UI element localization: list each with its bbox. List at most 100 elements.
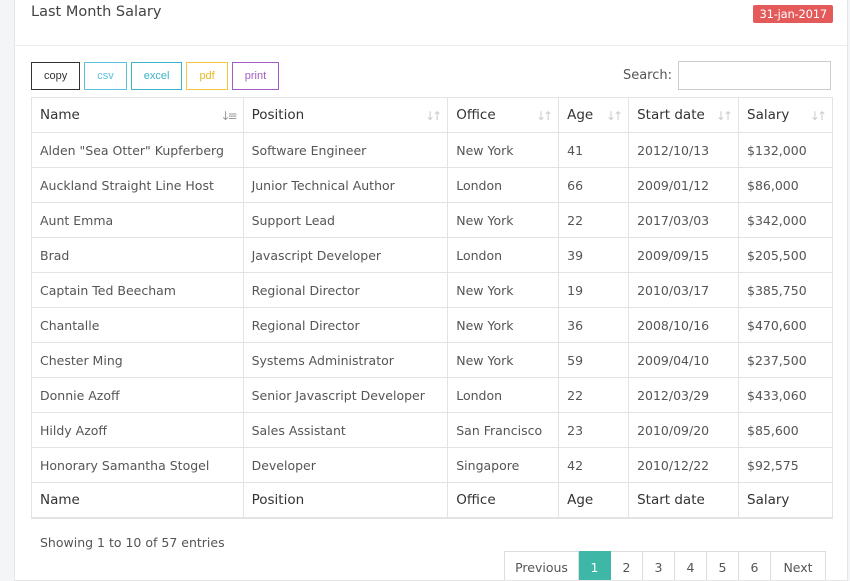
- column-header-office[interactable]: Office ↓↑: [447, 97, 560, 133]
- column-footer-office: Office: [447, 482, 560, 518]
- search-label: Search:: [622, 68, 672, 83]
- cell-position: Sales Assistant: [242, 412, 449, 448]
- excel-button[interactable]: excel: [130, 62, 183, 90]
- cell-office: Singapore: [447, 447, 560, 483]
- cell-start-date: 2010/09/20: [628, 412, 739, 448]
- search-input[interactable]: [678, 61, 831, 90]
- cell-salary: $433,060: [738, 377, 833, 413]
- cell-salary: $85,600: [738, 412, 833, 448]
- cell-start-date: 2010/03/17: [628, 272, 739, 308]
- cell-age: 42: [558, 447, 630, 483]
- sort-icon: ↓↑: [536, 109, 553, 123]
- cell-office: London: [447, 167, 560, 203]
- header-row: Name ↓≡ Position ↓↑ Office ↓↑ Age ↓↑ Start d…: [31, 97, 833, 133]
- table-info: Showing 1 to 10 of 57 entries: [40, 535, 225, 550]
- cell-name: Donnie Azoff: [31, 377, 244, 413]
- cell-salary: $132,000: [738, 132, 833, 168]
- page-button-5[interactable]: 5: [707, 551, 739, 580]
- cell-start-date: 2009/09/15: [628, 237, 739, 273]
- table-row[interactable]: Chester Ming Systems Administrator New Yor…: [31, 342, 833, 378]
- next-page-button[interactable]: Next: [771, 551, 826, 580]
- column-footer-position: Position: [242, 482, 449, 518]
- previous-page-button[interactable]: Previous: [504, 551, 579, 580]
- cell-name: Honorary Samantha Stogel: [31, 447, 244, 483]
- cell-age: 19: [558, 272, 630, 308]
- cell-age: 66: [558, 167, 630, 203]
- table-body: Alden "Sea Otter" Kupferberg Software Eng…: [31, 132, 833, 483]
- cell-start-date: 2009/04/10: [628, 342, 739, 378]
- sort-ascending-icon: ↓≡: [220, 109, 237, 123]
- cell-age: 22: [558, 377, 630, 413]
- cell-office: New York: [447, 307, 560, 343]
- cell-salary: $237,500: [738, 342, 833, 378]
- cell-salary: $385,750: [738, 272, 833, 308]
- table-row[interactable]: Aunt Emma Support Lead New York 22 2017/03/0…: [31, 202, 833, 238]
- column-footer-salary: Salary: [738, 482, 833, 518]
- table-row[interactable]: Captain Ted Beecham Regional Director New …: [31, 272, 833, 308]
- sort-icon: ↓↑: [605, 109, 623, 123]
- cell-age: 22: [558, 202, 630, 238]
- cell-name: Hildy Azoff: [31, 412, 244, 448]
- cell-start-date: 2010/12/22: [628, 447, 739, 483]
- cell-age: 39: [558, 237, 630, 273]
- cell-position: Developer: [242, 447, 449, 483]
- cell-name: Chantalle: [31, 307, 244, 343]
- column-header-salary[interactable]: Salary ↓↑: [738, 97, 833, 133]
- column-header-age[interactable]: Age ↓↑: [558, 97, 630, 133]
- table-row[interactable]: Brad Javascript Developer London 39 2009/09/…: [31, 237, 833, 273]
- cell-position: Software Engineer: [242, 132, 449, 168]
- column-header-position[interactable]: Position ↓↑: [242, 97, 449, 133]
- csv-button[interactable]: csv: [84, 62, 127, 90]
- panel-header: Last Month Salary 31-jan-2017: [15, 0, 847, 46]
- column-footer-start-date: Start date: [628, 482, 739, 518]
- pagination: Previous 1 2 3 4 5 6 Next: [504, 551, 826, 580]
- salary-panel: Last Month Salary 31-jan-2017 copy csv e…: [14, 0, 848, 581]
- page-button-3[interactable]: 3: [643, 551, 675, 580]
- cell-office: London: [447, 237, 560, 273]
- sort-icon: ↓↑: [809, 109, 827, 123]
- cell-position: Junior Technical Author: [242, 167, 449, 203]
- cell-start-date: 2012/10/13: [628, 132, 739, 168]
- cell-salary: $92,575: [738, 447, 833, 483]
- cell-position: Regional Director: [242, 307, 449, 343]
- column-header-start-date[interactable]: Start date ↓↑: [628, 97, 739, 133]
- column-header-name[interactable]: Name ↓≡: [31, 97, 244, 133]
- pdf-button[interactable]: pdf: [186, 62, 228, 90]
- column-header-label: Office: [456, 107, 496, 123]
- cell-office: London: [447, 377, 560, 413]
- cell-age: 36: [558, 307, 630, 343]
- cell-name: Captain Ted Beecham: [31, 272, 244, 308]
- page-button-6[interactable]: 6: [739, 551, 771, 580]
- date-badge: 31-jan-2017: [753, 5, 833, 23]
- page-button-1[interactable]: 1: [579, 551, 611, 580]
- column-header-label: Salary: [747, 107, 790, 123]
- copy-button[interactable]: copy: [31, 62, 81, 90]
- cell-position: Systems Administrator: [242, 342, 449, 378]
- page-button-2[interactable]: 2: [611, 551, 643, 580]
- cell-name: Alden "Sea Otter" Kupferberg: [31, 132, 244, 168]
- cell-name: Brad: [31, 237, 244, 273]
- footer-row: Name Position Office Age Start date Sala…: [31, 482, 833, 518]
- column-header-label: Start date: [637, 107, 705, 123]
- search-wrap: Search:: [623, 61, 831, 90]
- cell-name: Chester Ming: [31, 342, 244, 378]
- table-row[interactable]: Hildy Azoff Sales Assistant San Francisco 2…: [31, 412, 833, 448]
- column-footer-name: Name: [31, 482, 244, 518]
- column-header-label: Age: [567, 107, 594, 123]
- print-button[interactable]: print: [231, 62, 280, 90]
- cell-start-date: 2009/01/12: [628, 167, 739, 203]
- page-button-4[interactable]: 4: [675, 551, 707, 580]
- cell-position: Senior Javascript Developer: [242, 377, 449, 413]
- cell-position: Support Lead: [242, 202, 449, 238]
- table-row[interactable]: Auckland Straight Line Host Junior Techni…: [31, 167, 833, 203]
- cell-start-date: 2008/10/16: [628, 307, 739, 343]
- table-row[interactable]: Alden "Sea Otter" Kupferberg Software Eng…: [31, 132, 833, 168]
- table-row[interactable]: Honorary Samantha Stogel Developer Singapo…: [31, 447, 833, 483]
- cell-office: New York: [447, 132, 560, 168]
- cell-age: 23: [558, 412, 630, 448]
- table-row[interactable]: Chantalle Regional Director New York 36 2008…: [31, 307, 833, 343]
- sort-icon: ↓↑: [425, 109, 442, 123]
- table-row[interactable]: Donnie Azoff Senior Javascript Developer L…: [31, 377, 833, 413]
- column-footer-age: Age: [558, 482, 630, 518]
- cell-office: New York: [447, 272, 560, 308]
